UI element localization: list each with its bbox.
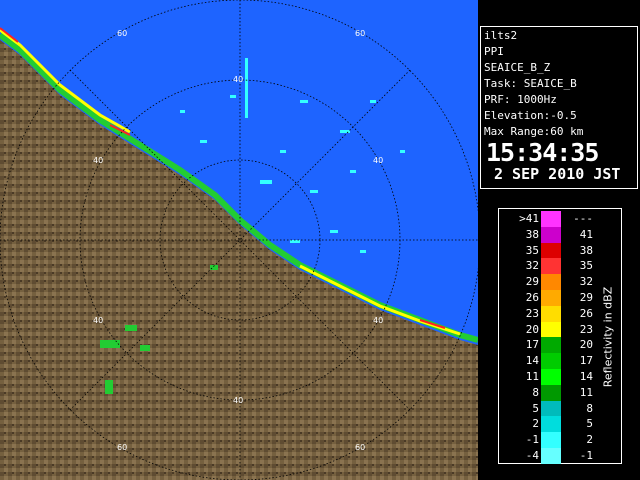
- range-label: 60: [117, 443, 127, 452]
- legend-color-swatch: [541, 416, 561, 433]
- legend-color-swatch: [541, 448, 561, 464]
- legend-high-value: 14: [579, 370, 593, 383]
- legend-high-value: 8: [586, 401, 593, 415]
- scan-mode: PPI: [484, 45, 504, 58]
- legend-color-swatch: [541, 274, 561, 291]
- legend-high-value: 17: [579, 354, 593, 368]
- legend-low-value: 38: [525, 227, 539, 241]
- legend-color-swatch: [541, 432, 561, 449]
- legend-low-value: 29: [525, 275, 539, 289]
- legend-low-value: 5: [532, 401, 539, 415]
- legend-title-text: Reflectivity in dBZ: [601, 286, 615, 388]
- site-name: ilts2: [484, 29, 518, 42]
- scan-time: 15:34:35: [486, 138, 599, 167]
- radar-display: 60 60 40 40 40 40 40 40 60 60 ilts2 PPI …: [0, 0, 640, 480]
- legend-high-value: 5: [586, 417, 593, 431]
- legend-low-value: -1: [525, 433, 539, 447]
- legend-high-value: 35: [579, 259, 593, 273]
- legend-color-swatch: [541, 242, 561, 259]
- legend-title: Reflectivity in dBZ: [595, 209, 621, 465]
- range-label: 60: [355, 29, 365, 38]
- range-label: 60: [117, 29, 127, 38]
- legend-low-value: 11: [525, 370, 539, 383]
- legend-high-value: 38: [579, 243, 593, 257]
- legend-high-value: 20: [579, 338, 593, 352]
- legend-color-swatch: [541, 400, 561, 417]
- legend-low-value: 23: [525, 306, 539, 320]
- legend-high-value: 29: [579, 291, 593, 304]
- product-name: SEAICE_B_Z: [484, 61, 551, 74]
- range-label: 40: [373, 156, 383, 165]
- legend-high-value: 32: [579, 275, 593, 289]
- legend-low-value: 17: [525, 338, 539, 352]
- range-label: 60: [355, 443, 365, 452]
- scan-date: 2 SEP 2010 JST: [494, 165, 621, 183]
- legend-color-swatch: [541, 290, 561, 306]
- range-label: 40: [233, 396, 243, 405]
- elevation-value: Elevation:-0.5: [484, 109, 577, 122]
- radar-ppi-map: 60 60 40 40 40 40 40 40 60 60: [0, 0, 478, 480]
- range-label: 40: [373, 316, 383, 325]
- range-label: 40: [233, 75, 243, 84]
- prf-value: PRF: 1000Hz: [484, 93, 557, 106]
- legend-low-value: 35: [525, 243, 539, 257]
- legend-low-value: 26: [525, 291, 539, 304]
- legend-color-swatch: [541, 305, 561, 322]
- legend-low-value: 14: [525, 354, 539, 368]
- range-label: 40: [93, 156, 103, 165]
- legend-low-value: >41: [519, 212, 539, 225]
- legend-high-value: ---: [573, 212, 593, 225]
- legend-high-value: -1: [579, 449, 593, 462]
- legend-color-swatch: [541, 321, 561, 338]
- legend-low-value: 32: [525, 259, 539, 273]
- legend-high-value: 26: [579, 306, 593, 320]
- reflectivity-legend: >41 --- 38 41 35 38 32 35 29 32 26 29 23 26 20 23 17 20 14…: [498, 208, 622, 464]
- legend-high-value: 41: [579, 227, 593, 241]
- legend-color-swatch: [541, 353, 561, 370]
- legend-low-value: -4: [525, 449, 539, 462]
- legend-low-value: 20: [525, 322, 539, 336]
- radar-info-panel: ilts2 PPI SEAICE_B_Z Task: SEAICE_B PRF:…: [480, 26, 638, 189]
- legend-high-value: 2: [586, 433, 593, 447]
- legend-color-swatch: [541, 258, 561, 275]
- task-name: Task: SEAICE_B: [484, 77, 577, 90]
- legend-low-value: 2: [532, 417, 539, 431]
- legend-color-swatch: [541, 369, 561, 385]
- legend-color-swatch: [541, 337, 561, 354]
- legend-color-swatch: [541, 226, 561, 243]
- legend-color-swatch: [541, 384, 561, 401]
- range-label: 40: [93, 316, 103, 325]
- legend-high-value: 23: [579, 322, 593, 336]
- legend-high-value: 11: [579, 385, 593, 399]
- max-range-value: Max Range:60 km: [484, 125, 584, 138]
- legend-color-swatch: [541, 211, 561, 227]
- legend-low-value: 8: [532, 385, 539, 399]
